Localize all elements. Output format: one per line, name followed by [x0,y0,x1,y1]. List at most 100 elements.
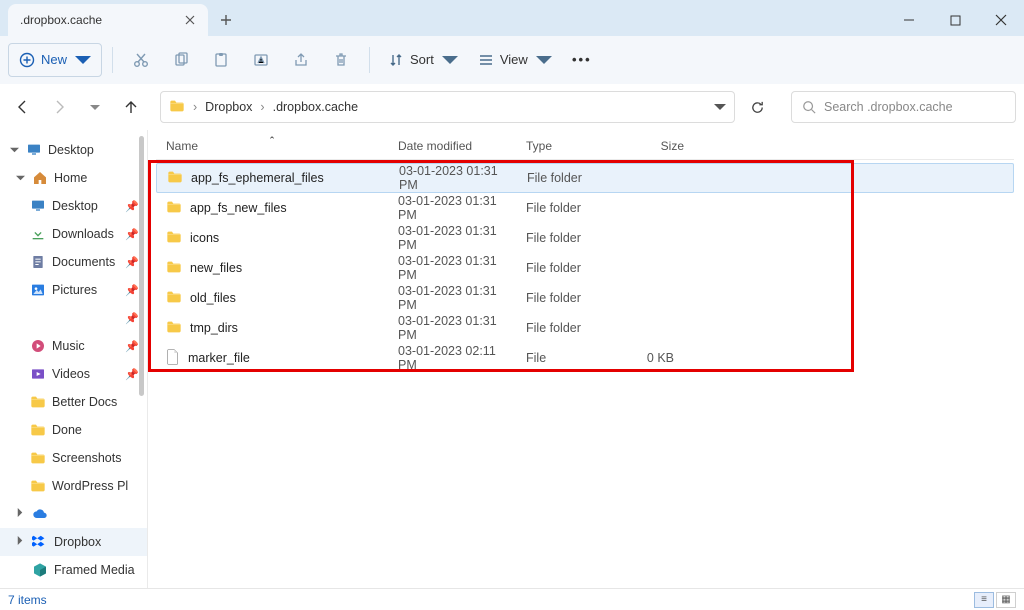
sidebar-item-label: Desktop [48,143,94,157]
close-window-button[interactable] [978,4,1024,36]
maximize-button[interactable] [932,4,978,36]
sidebar-item[interactable]: Videos📌 [0,360,147,388]
monitor-icon [26,142,42,158]
chevron-right-icon[interactable] [14,508,26,520]
videos-icon [30,366,46,382]
sidebar-item[interactable]: WordPress Pl [0,472,147,500]
chevron-right-icon[interactable] [14,536,26,548]
sidebar-item-framed[interactable]: Framed Media [0,556,147,584]
folder-icon [167,170,183,187]
breadcrumb-segment[interactable]: .dropbox.cache [273,100,358,114]
column-header-type[interactable]: Type [516,139,624,153]
file-row[interactable]: app_fs_ephemeral_files03-01-2023 01:31 P… [156,163,1014,193]
delete-button[interactable] [323,43,359,77]
home-icon [32,170,48,186]
dropbox-icon [32,534,48,550]
file-name: new_files [190,261,242,275]
view-details-button[interactable]: ≡ [974,592,994,608]
pin-icon: 📌 [125,340,139,353]
pin-icon: 📌 [125,228,139,241]
status-item-count: 7 items [8,593,47,607]
file-row[interactable]: new_files03-01-2023 01:31 PMFile folder [156,253,1014,283]
chevron-down-icon [442,52,458,68]
sidebar: Desktop Home Desktop📌Downloads📌Documents… [0,130,148,588]
sidebar-item-label: Dropbox [54,535,101,549]
sidebar-item[interactable]: Done [0,416,147,444]
file-name: old_files [190,291,236,305]
recent-dropdown[interactable] [80,92,110,122]
status-bar: 7 items ≡ ▦ [0,588,1024,610]
file-name: icons [190,231,219,245]
rename-button[interactable] [243,43,279,77]
file-type: File [516,351,624,365]
breadcrumb-segment[interactable]: Dropbox [205,100,252,114]
sidebar-item-desktop-root[interactable]: Desktop [0,136,147,164]
sidebar-item-label: Pictures [52,283,97,297]
sidebar-item[interactable]: Better Docs [0,388,147,416]
toolbar: New Sort View ••• [0,36,1024,84]
pin-icon: 📌 [125,256,139,269]
file-row[interactable]: old_files 03-01-2023 01:31 PMFile folder [156,283,1014,313]
column-header-date[interactable]: Date modified [388,139,516,153]
copy-button[interactable] [163,43,199,77]
sidebar-item-onedrive[interactable] [0,500,147,528]
cube-icon [32,562,48,578]
column-header-size[interactable]: Size [624,139,694,153]
file-type: File folder [516,231,624,245]
sidebar-item-label: Music [52,339,85,353]
chevron-down-icon[interactable] [8,145,20,156]
sidebar-item-label: Done [52,423,82,437]
window-tab[interactable]: .dropbox.cache [8,4,208,36]
pin-icon: 📌 [125,284,139,297]
sidebar-item-label: Videos [52,367,90,381]
sidebar-item[interactable]: Downloads📌 [0,220,147,248]
file-date: 03-01-2023 01:31 PM [388,284,516,312]
file-type: File folder [517,171,625,185]
sidebar-item[interactable]: Desktop📌 [0,192,147,220]
new-button[interactable]: New [8,43,102,77]
pin-icon: 📌 [125,200,139,213]
file-type: File folder [516,291,624,305]
paste-button[interactable] [203,43,239,77]
close-tab-icon[interactable] [182,12,198,28]
file-type: File folder [516,201,624,215]
file-date: 03-01-2023 01:31 PM [389,164,517,192]
forward-button[interactable] [44,92,74,122]
view-grid-button[interactable]: ▦ [996,592,1016,608]
column-header-name[interactable]: Name ⌃ [156,139,388,153]
chevron-down-icon[interactable] [14,173,26,184]
file-date: 03-01-2023 01:31 PM [388,224,516,252]
file-name: tmp_dirs [190,321,238,335]
chevron-down-icon[interactable] [714,103,726,111]
file-row[interactable]: app_fs_new_files03-01-2023 01:31 PMFile … [156,193,1014,223]
cloud-icon [32,506,48,522]
new-tab-button[interactable] [208,4,244,36]
sidebar-item-dropbox[interactable]: Dropbox [0,528,147,556]
breadcrumb[interactable]: › Dropbox › .dropbox.cache [160,91,735,123]
cut-button[interactable] [123,43,159,77]
sidebar-item[interactable]: Pictures 📌 [0,276,147,304]
refresh-button[interactable] [741,91,773,123]
sidebar-item-home[interactable]: Home [0,164,147,192]
file-row[interactable]: marker_file03-01-2023 02:11 PMFile0 KB [156,343,1014,373]
sort-button-label: Sort [410,52,434,67]
separator [112,47,113,73]
folder-icon [30,478,46,494]
file-date: 03-01-2023 02:11 PM [388,344,516,372]
file-row[interactable]: tmp_dirs03-01-2023 01:31 PMFile folder [156,313,1014,343]
up-button[interactable] [116,92,146,122]
more-button[interactable]: ••• [564,43,600,77]
back-button[interactable] [8,92,38,122]
files-pane: Name ⌃ Date modified Type Size app_fs_ep… [148,130,1024,588]
sidebar-item[interactable]: Music 📌 [0,332,147,360]
sidebar-item[interactable]: 📌 [0,304,147,332]
sidebar-item[interactable]: Documents📌 [0,248,147,276]
minimize-button[interactable] [886,4,932,36]
sidebar-item[interactable]: Screenshots [0,444,147,472]
search-input[interactable]: Search .dropbox.cache [791,91,1016,123]
file-type: File folder [516,321,624,335]
share-button[interactable] [283,43,319,77]
view-button[interactable]: View [470,43,560,77]
sort-button[interactable]: Sort [380,43,466,77]
file-row[interactable]: icons 03-01-2023 01:31 PMFile folder [156,223,1014,253]
